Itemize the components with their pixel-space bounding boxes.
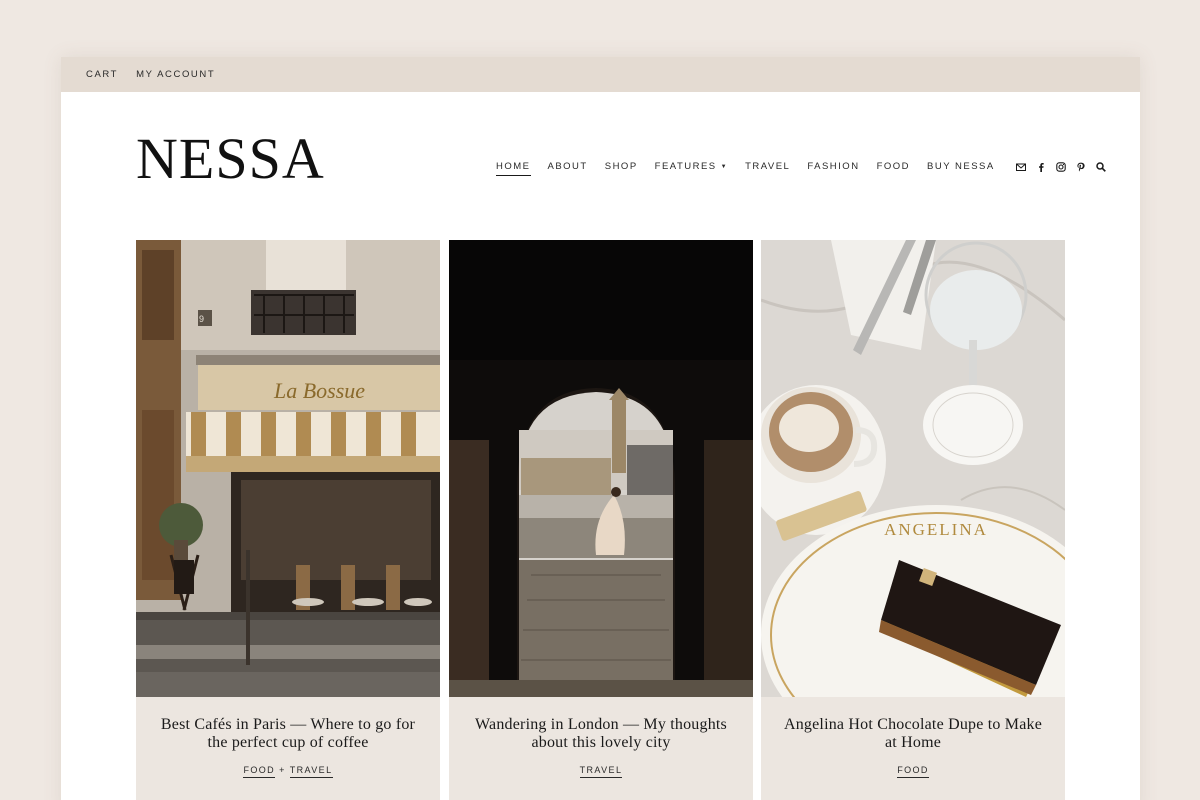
post-caption: Best Cafés in Paris — Where to go for th… xyxy=(136,697,440,800)
post-title[interactable]: Best Cafés in Paris — Where to go for th… xyxy=(136,716,440,752)
main-nav: HOME ABOUT SHOP FEATURES ▼ TRAVEL FASHION… xyxy=(496,157,1107,176)
post-image-angelina[interactable]: ANGELINA xyxy=(761,240,1065,697)
nav-item-fashion[interactable]: FASHION xyxy=(807,161,859,172)
nav-item-food[interactable]: FOOD xyxy=(877,161,910,172)
post-categories: FOOD + TRAVEL xyxy=(136,765,440,778)
post-caption: Angelina Hot Chocolate Dupe to Make at H… xyxy=(761,697,1065,800)
top-utility-bar: CART MY ACCOUNT xyxy=(61,57,1140,92)
post-categories: FOOD xyxy=(761,765,1065,778)
nav-item-buy-nessa[interactable]: BUY NESSA xyxy=(927,161,995,172)
instagram-icon[interactable] xyxy=(1056,161,1067,172)
nav-item-shop[interactable]: SHOP xyxy=(605,161,638,172)
post-categories: TRAVEL xyxy=(449,765,753,778)
nav-item-home[interactable]: HOME xyxy=(496,161,531,176)
category-link-food[interactable]: FOOD xyxy=(243,765,276,778)
cafe-sign: La Bossue xyxy=(273,378,365,403)
cart-link[interactable]: CART xyxy=(86,69,118,80)
email-icon[interactable] xyxy=(1016,161,1027,172)
category-link-travel[interactable]: TRAVEL xyxy=(289,765,333,778)
social-icons xyxy=(1016,161,1107,172)
post-card[interactable]: ANGELINA Angelina Hot Chocolate Dupe to … xyxy=(761,240,1065,800)
post-image-london-arch[interactable] xyxy=(449,240,753,697)
chevron-down-icon: ▼ xyxy=(720,163,729,170)
facebook-icon[interactable] xyxy=(1036,161,1047,172)
my-account-link[interactable]: MY ACCOUNT xyxy=(136,69,215,80)
pinterest-icon[interactable] xyxy=(1076,161,1087,172)
category-link-food[interactable]: FOOD xyxy=(897,765,929,778)
post-card[interactable]: Wandering in London — My thoughts about … xyxy=(449,240,753,800)
shop-number: 9 xyxy=(199,314,204,324)
post-caption: Wandering in London — My thoughts about … xyxy=(449,697,753,800)
site-frame: CART MY ACCOUNT NESSA HOME ABOUT SHOP FE… xyxy=(61,57,1140,800)
post-card[interactable]: La Bossue 9 Best Cafés in Paris — Where … xyxy=(136,240,440,800)
nav-item-features[interactable]: FEATURES ▼ xyxy=(655,161,728,172)
search-icon[interactable] xyxy=(1096,161,1107,172)
plate-text: ANGELINA xyxy=(884,520,988,539)
site-logo[interactable]: NESSA xyxy=(136,130,325,188)
post-image-paris-cafe[interactable]: La Bossue 9 xyxy=(136,240,440,697)
nav-item-travel[interactable]: TRAVEL xyxy=(745,161,790,172)
nav-item-features-label: FEATURES xyxy=(654,161,717,172)
category-separator: + xyxy=(279,765,286,775)
category-link-travel[interactable]: TRAVEL xyxy=(579,765,623,778)
post-title[interactable]: Wandering in London — My thoughts about … xyxy=(449,716,753,752)
post-title[interactable]: Angelina Hot Chocolate Dupe to Make at H… xyxy=(761,716,1065,752)
nav-item-about[interactable]: ABOUT xyxy=(548,161,588,172)
